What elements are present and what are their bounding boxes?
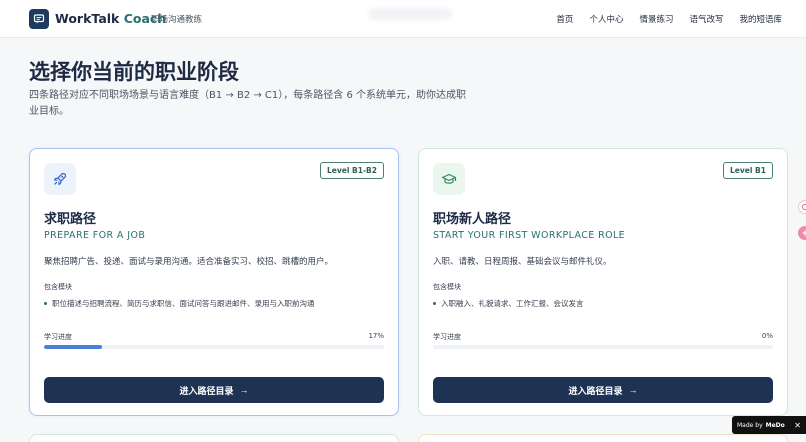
path-card-partial[interactable] (418, 434, 788, 442)
enter-path-button[interactable]: 进入路径目录 → (44, 377, 384, 403)
card-description: 入职、请教、日程周报、基础会议与邮件礼仪。 (433, 257, 612, 267)
blurred-element (368, 8, 452, 20)
progress-label: 学习进度 (433, 333, 461, 341)
made-by-prefix: Made by (737, 421, 763, 429)
nav-home[interactable]: 首页 (556, 13, 573, 25)
arrow-right-icon: → (628, 385, 638, 395)
level-badge: Level B1 (723, 162, 773, 179)
module-list-item: 入职融入、礼貌请求、工作汇报、会议发言 (433, 298, 584, 309)
top-header: WorkTalk Coach 职场沟通教练 首页 个人中心 情景练习 语气改写 … (0, 0, 806, 38)
progress-bar (44, 345, 384, 349)
path-card-new-employee[interactable]: Level B1 职场新人路径 START YOUR FIRST WORKPLA… (418, 148, 788, 416)
progress-fill (44, 345, 102, 349)
progress-label: 学习进度 (44, 333, 72, 341)
enter-path-button[interactable]: 进入路径目录 → (433, 377, 773, 403)
arrow-right-icon: → (239, 385, 249, 395)
level-badge: Level B1-B2 (319, 162, 384, 179)
enter-path-label: 进入路径目录 (568, 385, 623, 396)
card-title: 求职路径 (44, 212, 97, 227)
card-subtitle-en: PREPARE FOR A JOB (44, 230, 146, 241)
card-subtitle-en: START YOUR FIRST WORKPLACE ROLE (433, 230, 626, 241)
page-description: 四条路径对应不同职场场景与语言难度（B1 → B2 → C1），每条路径含 6 … (29, 90, 466, 117)
logo-icon[interactable] (29, 9, 49, 29)
bullet-icon (433, 302, 436, 305)
card-description: 聚焦招聘广告、投递、面试与录用沟通。适合准备实习、校招、跳槽的用户。 (44, 257, 334, 267)
close-icon[interactable]: ✕ (794, 421, 801, 430)
bullet-icon (44, 302, 47, 305)
made-by-badge[interactable]: Made by MeDo ✕ (732, 416, 806, 434)
card-title: 职场新人路径 (433, 212, 512, 227)
progress-bar (433, 345, 773, 349)
progress-value: 17% (368, 332, 384, 340)
path-card-job-search[interactable]: Level B1-B2 求职路径 PREPARE FOR A JOB 聚焦招聘广… (29, 148, 399, 416)
page-title: 选择你当前的职业阶段 (29, 60, 239, 84)
rocket-icon (44, 163, 76, 195)
module-list-item: 职位描述与招聘流程、简历与求职信、面试问答与跟进邮件、录用与入职前沟通 (44, 298, 315, 309)
nav-scenario-practice[interactable]: 情景练习 (639, 13, 673, 25)
nav-phrase-library[interactable]: 我的短语库 (739, 13, 782, 25)
graduation-cap-icon (433, 163, 465, 195)
path-card-partial[interactable] (29, 434, 399, 442)
nav-tone-rewrite[interactable]: 语气改写 (689, 13, 723, 25)
module-text: 入职融入、礼貌请求、工作汇报、会议发言 (441, 299, 584, 308)
made-by-name: MeDo (765, 421, 785, 429)
main-nav: 首页 个人中心 情景练习 语气改写 我的短语库 (540, 13, 782, 25)
modules-label: 包含模块 (44, 283, 72, 291)
module-text: 职位描述与招聘流程、简历与求职信、面试问答与跟进邮件、录用与入职前沟通 (52, 299, 315, 308)
nav-profile[interactable]: 个人中心 (589, 13, 623, 25)
brand-main: WorkTalk (55, 11, 120, 26)
progress-value: 0% (761, 332, 773, 340)
floating-chat-icon[interactable] (798, 226, 806, 240)
brand-name[interactable]: WorkTalk Coach (55, 11, 166, 26)
modules-label: 包含模块 (433, 283, 461, 291)
enter-path-label: 进入路径目录 (179, 385, 234, 396)
brand-subtitle: 职场沟通教练 (151, 15, 203, 25)
floating-assistant-icon[interactable] (798, 200, 806, 214)
